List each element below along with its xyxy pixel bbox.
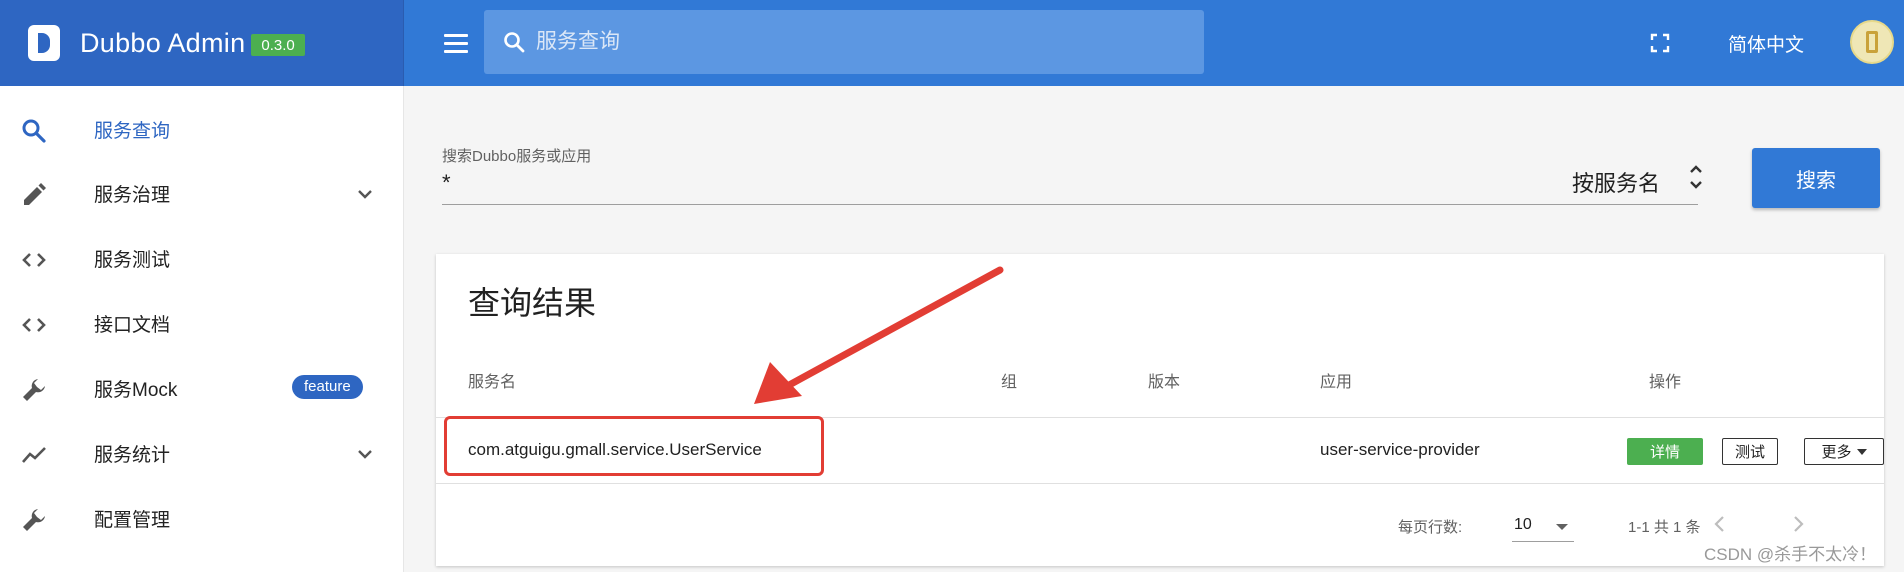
sidebar: 服务查询 服务治理 服务测试 接口文档 服务Mock feature 服务统计 … <box>0 86 404 572</box>
chevron-down-icon <box>358 190 372 199</box>
menu-toggle-button[interactable] <box>436 23 476 63</box>
more-button[interactable]: 更多 <box>1804 438 1884 465</box>
sidebar-item-label: 配置管理 <box>94 509 171 531</box>
rows-per-page-label: 每页行数: <box>1398 519 1463 536</box>
chevron-down-icon <box>358 450 372 459</box>
chevron-right-icon[interactable] <box>1786 512 1810 536</box>
service-name-cell[interactable]: com.atguigu.gmall.service.UserService <box>468 440 762 460</box>
column-header-service[interactable]: 服务名 <box>468 368 516 392</box>
app-title: Dubbo Admin <box>80 27 246 58</box>
pagination-range: 1-1 共 1 条 <box>1628 519 1701 536</box>
language-switcher[interactable]: 简体中文 <box>1728 30 1804 57</box>
row-divider <box>436 483 1884 484</box>
search-field-input[interactable]: * <box>442 170 451 196</box>
fullscreen-icon[interactable] <box>1650 33 1670 53</box>
sidebar-item-service-stats[interactable]: 服务统计 <box>0 421 404 485</box>
sidebar-item-label: 服务治理 <box>94 184 171 206</box>
column-header-actions: 操作 <box>1649 374 1682 391</box>
more-button-label: 更多 <box>1821 444 1852 461</box>
search-field-underline <box>442 204 1698 205</box>
sidebar-item-api-docs[interactable]: 接口文档 <box>0 291 404 355</box>
search-type-select[interactable]: 按服务名 <box>1572 166 1660 198</box>
column-header-application[interactable]: 应用 <box>1320 368 1352 392</box>
search-button[interactable]: 搜索 <box>1752 148 1880 208</box>
annotation-arrow-icon <box>754 266 1004 404</box>
detail-button[interactable]: 详情 <box>1627 438 1703 465</box>
caret-down-icon <box>1556 524 1568 530</box>
search-icon <box>22 119 46 143</box>
feature-badge: feature <box>292 375 363 399</box>
sidebar-item-service-test[interactable]: 服务测试 <box>0 226 404 290</box>
rows-per-page-select[interactable]: 10 <box>1512 512 1574 542</box>
sidebar-item-config-management[interactable]: 配置管理 <box>0 486 404 550</box>
sidebar-item-service-search[interactable]: 服务查询 <box>0 97 404 161</box>
search-icon <box>504 32 525 53</box>
pencil-icon <box>24 183 46 205</box>
search-type-underline <box>1572 204 1664 205</box>
top-bar: Dubbo Admin 0.3.0 简体中文 <box>0 0 1904 86</box>
sidebar-item-service-governance[interactable]: 服务治理 <box>0 161 404 225</box>
unfold-icon[interactable] <box>1688 162 1704 192</box>
code-icon <box>22 318 46 332</box>
user-avatar[interactable] <box>1850 20 1894 64</box>
app-bar: 简体中文 <box>404 0 1904 86</box>
main-content: 搜索Dubbo服务或应用 * 按服务名 搜索 查询结果 服务名 组 版本 应用 … <box>404 86 1904 572</box>
column-header-version[interactable]: 版本 <box>1148 368 1180 392</box>
code-icon <box>22 253 46 267</box>
version-badge: 0.3.0 <box>251 34 305 56</box>
search-field-label: 搜索Dubbo服务或应用 <box>442 148 592 165</box>
brand-area: Dubbo Admin 0.3.0 <box>0 0 404 86</box>
wrench-icon <box>23 509 45 531</box>
global-search-box[interactable] <box>484 10 1204 74</box>
results-title: 查询结果 <box>468 285 597 321</box>
caret-down-icon <box>1856 448 1867 455</box>
sidebar-item-service-mock[interactable]: 服务Mock feature <box>0 356 404 420</box>
test-button[interactable]: 测试 <box>1722 438 1778 465</box>
trending-icon <box>22 447 46 463</box>
sidebar-item-label: 服务查询 <box>94 120 171 142</box>
global-search-input[interactable] <box>536 30 1136 54</box>
results-card: 查询结果 服务名 组 版本 应用 操作 com.atguigu.gmall.se… <box>436 254 1884 566</box>
sidebar-item-label: 服务Mock <box>94 379 178 401</box>
application-cell[interactable]: user-service-provider <box>1320 440 1480 460</box>
dubbo-logo-icon <box>28 25 60 61</box>
wrench-icon <box>23 379 45 401</box>
watermark: CSDN @杀手不太冷！ <box>1704 545 1877 564</box>
chevron-left-icon[interactable] <box>1708 512 1732 536</box>
sidebar-item-label: 接口文档 <box>94 314 171 336</box>
sidebar-item-label: 服务测试 <box>94 249 171 271</box>
rows-per-page-value: 10 <box>1514 516 1532 533</box>
sidebar-item-label: 服务统计 <box>94 444 171 466</box>
